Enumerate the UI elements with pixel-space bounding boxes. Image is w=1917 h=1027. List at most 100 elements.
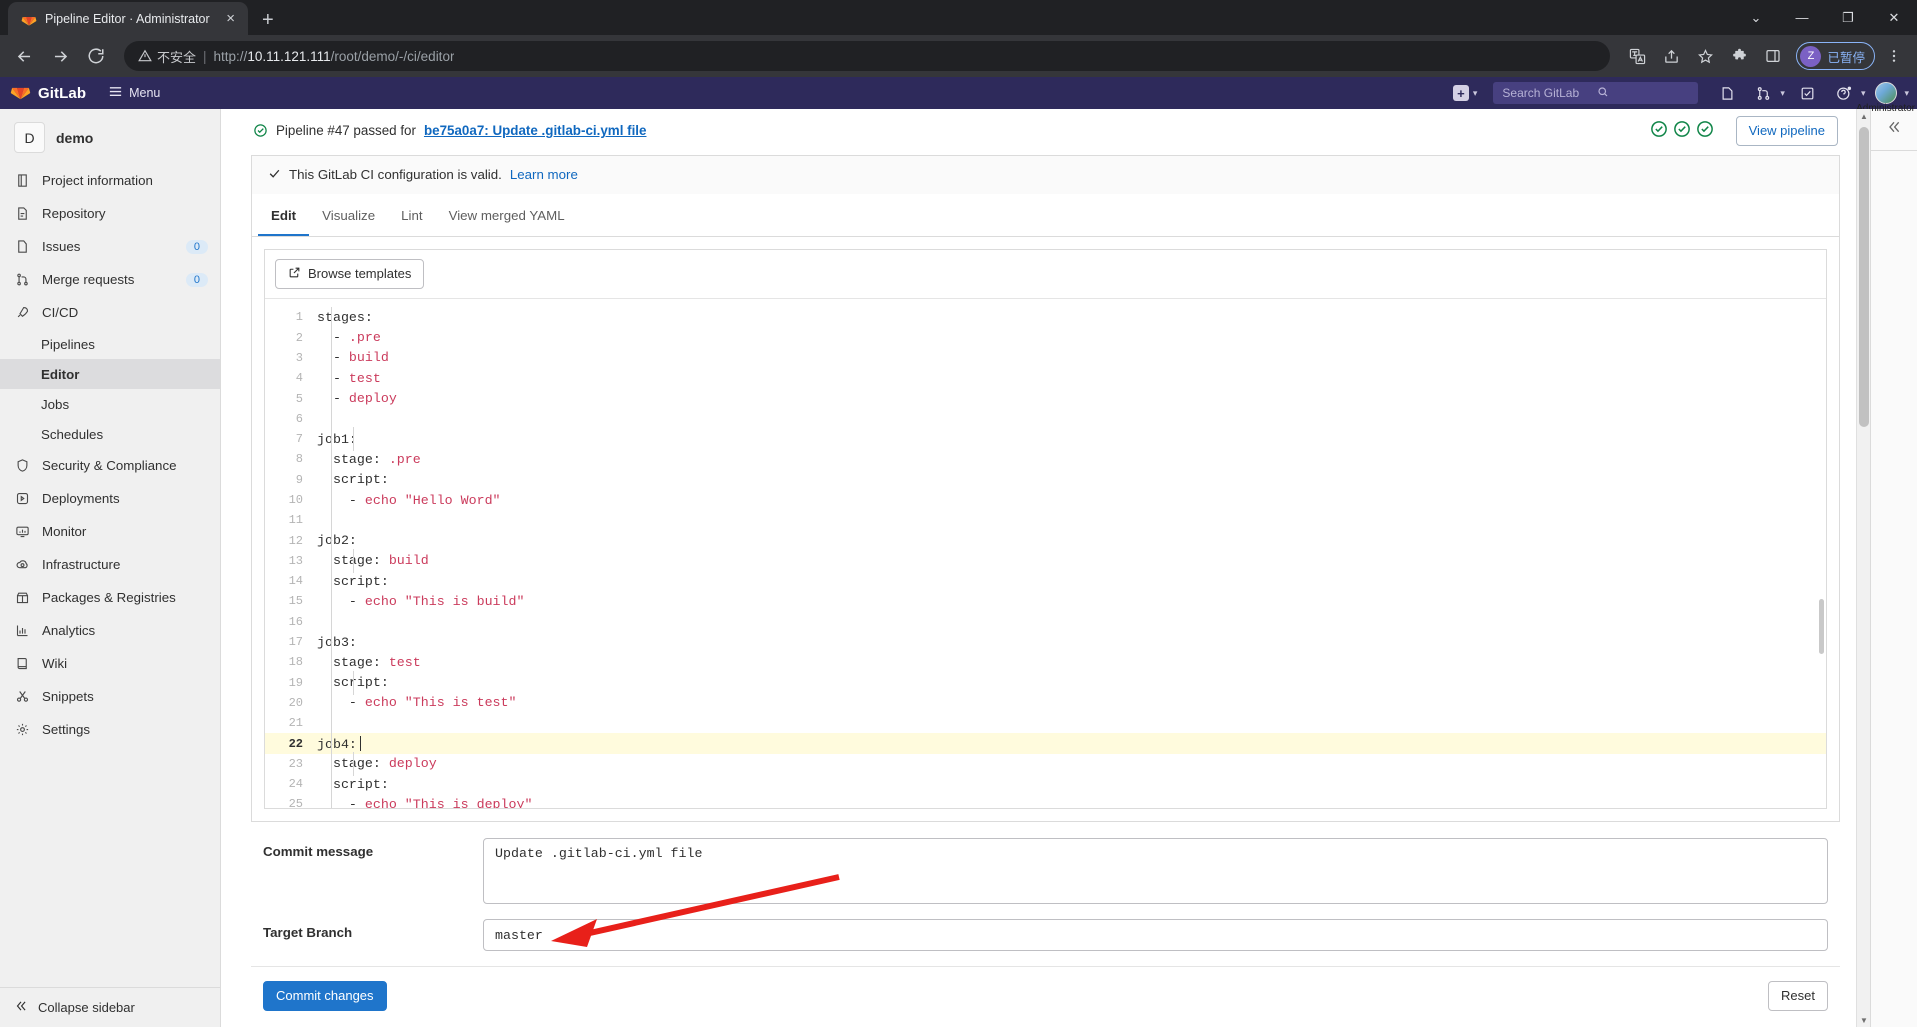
code-line[interactable]: 3 - build (265, 348, 1826, 368)
code-line[interactable]: 10 - echo "Hello Word" (265, 490, 1826, 510)
bookmark-star-icon[interactable] (1690, 41, 1720, 71)
sidebar-item-security-compliance[interactable]: Security & Compliance (0, 449, 220, 482)
stage-success-icon[interactable] (1650, 120, 1668, 141)
back-icon[interactable] (8, 40, 40, 72)
sidebar-item-wiki[interactable]: Wiki (0, 647, 220, 680)
stage-success-icon[interactable] (1696, 120, 1714, 141)
pipeline-commit-link[interactable]: be75a0a7: Update .gitlab-ci.yml file (424, 123, 647, 138)
sidebar-item-schedules[interactable]: Schedules (0, 419, 220, 449)
sidebar-item-pipelines[interactable]: Pipelines (0, 329, 220, 359)
commit-form: Commit message Update .gitlab-ci.yml fil… (251, 822, 1840, 966)
not-secure-indicator[interactable]: 不安全 (138, 47, 196, 66)
browser-menu-icon[interactable] (1879, 41, 1909, 71)
todos-icon[interactable] (1795, 81, 1821, 105)
code-line[interactable]: 23 stage: deploy (265, 754, 1826, 774)
code-line[interactable]: 15 - echo "This is build" (265, 591, 1826, 611)
translate-icon[interactable] (1622, 41, 1652, 71)
search-input[interactable]: Search GitLab (1493, 82, 1699, 104)
code-line[interactable]: 16 (265, 612, 1826, 632)
code-line-text: stage: deploy (332, 756, 437, 772)
collapse-sidebar-button[interactable]: Collapse sidebar (0, 987, 220, 1027)
sidebar-item-packages-registries[interactable]: Packages & Registries (0, 581, 220, 614)
code-line[interactable]: 22 job4: (265, 733, 1826, 754)
target-branch-input[interactable]: master (483, 919, 1828, 952)
browser-tab[interactable]: Pipeline Editor · Administrator × (8, 2, 248, 35)
gitlab-menu-button[interactable]: Menu (108, 84, 160, 102)
scroll-down-arrow-icon[interactable]: ▼ (1857, 1013, 1870, 1027)
user-menu[interactable]: ▾ Administrator (1856, 82, 1915, 114)
issues-icon[interactable] (1714, 81, 1740, 105)
forward-icon[interactable] (44, 40, 76, 72)
browse-templates-button[interactable]: Browse templates (275, 258, 425, 290)
scroll-up-arrow-icon[interactable]: ▲ (1857, 109, 1870, 123)
code-lines-area[interactable]: 1 stages: 2 - .pre 3 - build 4 - test 5 - dep… (265, 299, 1826, 809)
profile-status-pill[interactable]: Z 已暂停 (1796, 42, 1875, 70)
help-icon (1831, 81, 1857, 105)
code-line[interactable]: 8 stage: .pre (265, 449, 1826, 469)
code-line[interactable]: 17 job3: (265, 632, 1826, 652)
gitlab-home-link[interactable]: GitLab (10, 80, 86, 106)
page-scrollbar[interactable]: ▲ ▼ (1856, 109, 1870, 1027)
merge-requests-menu[interactable]: ▾ (1750, 81, 1785, 105)
editor-scrollbar-thumb[interactable] (1819, 599, 1824, 655)
new-dropdown[interactable]: + ▾ (1452, 85, 1477, 101)
close-icon[interactable]: × (223, 9, 238, 28)
window-close-button[interactable]: ✕ (1871, 0, 1917, 35)
tab-lint[interactable]: Lint (388, 194, 435, 236)
sidebar-item-repository[interactable]: Repository (0, 197, 220, 230)
address-bar[interactable]: 不安全 | http://10.11.121.111/root/demo/-/c… (124, 41, 1611, 71)
code-line[interactable]: 20 - echo "This is test" (265, 693, 1826, 713)
commit-message-input[interactable]: Update .gitlab-ci.yml file (483, 838, 1828, 905)
code-line[interactable]: 9 script: (265, 470, 1826, 490)
sidebar-item-snippets[interactable]: Snippets (0, 680, 220, 713)
code-line[interactable]: 24 script: (265, 774, 1826, 794)
side-panel-icon[interactable] (1758, 41, 1788, 71)
minimize-button[interactable]: — (1779, 0, 1825, 35)
code-line[interactable]: 19 script: (265, 673, 1826, 693)
sidebar-item-infrastructure[interactable]: Infrastructure (0, 548, 220, 581)
line-number: 14 (288, 574, 303, 589)
code-line[interactable]: 2 - .pre (265, 327, 1826, 347)
learn-more-link[interactable]: Learn more (510, 167, 578, 182)
code-line[interactable]: 4 - test (265, 368, 1826, 388)
merge-requests-icon (14, 272, 30, 288)
new-tab-button[interactable]: + (262, 10, 274, 30)
sidebar-item-issues[interactable]: Issues 0 (0, 230, 220, 263)
sidebar-item-cicd[interactable]: CI/CD (0, 296, 220, 329)
sidebar-item-analytics[interactable]: Analytics (0, 614, 220, 647)
page-scrollbar-thumb[interactable] (1859, 127, 1869, 427)
sidebar-project-header[interactable]: D demo (0, 109, 220, 164)
code-line[interactable]: 5 - deploy (265, 388, 1826, 408)
tab-view-merged-yaml[interactable]: View merged YAML (436, 194, 578, 236)
sidebar-item-monitor[interactable]: Monitor (0, 515, 220, 548)
maximize-button[interactable]: ❐ (1825, 0, 1871, 35)
share-icon[interactable] (1656, 41, 1686, 71)
sidebar-item-deployments[interactable]: Deployments (0, 482, 220, 515)
stage-success-icon[interactable] (1673, 120, 1691, 141)
code-line[interactable]: 21 (265, 713, 1826, 733)
chevron-down-icon[interactable]: ⌄ (1733, 0, 1779, 35)
code-line[interactable]: 18 stage: test (265, 652, 1826, 672)
view-pipeline-button[interactable]: View pipeline (1735, 116, 1838, 146)
sidebar-item-editor[interactable]: Editor (0, 359, 220, 389)
help-menu[interactable]: ▾ (1831, 81, 1865, 105)
code-line[interactable]: 14 script: (265, 571, 1826, 591)
reload-icon[interactable] (80, 40, 112, 72)
collapse-right-panel-button[interactable] (1871, 109, 1917, 151)
code-line[interactable]: 11 (265, 510, 1826, 530)
code-line[interactable]: 6 (265, 409, 1826, 429)
code-line[interactable]: 7 job1: (265, 429, 1826, 449)
sidebar-item-settings[interactable]: Settings (0, 713, 220, 746)
sidebar-item-jobs[interactable]: Jobs (0, 389, 220, 419)
code-line[interactable]: 13 stage: build (265, 551, 1826, 571)
code-line[interactable]: 25 - echo "This is deploy" (265, 794, 1826, 808)
extensions-puzzle-icon[interactable] (1724, 41, 1754, 71)
reset-button[interactable]: Reset (1768, 981, 1828, 1011)
code-line[interactable]: 1 stages: (265, 307, 1826, 327)
tab-visualize[interactable]: Visualize (309, 194, 388, 236)
sidebar-item-merge-requests[interactable]: Merge requests 0 (0, 263, 220, 296)
code-line[interactable]: 12 job2: (265, 530, 1826, 550)
commit-changes-button[interactable]: Commit changes (263, 981, 387, 1011)
tab-edit[interactable]: Edit (258, 194, 310, 236)
sidebar-item-project-information[interactable]: Project information (0, 164, 220, 197)
